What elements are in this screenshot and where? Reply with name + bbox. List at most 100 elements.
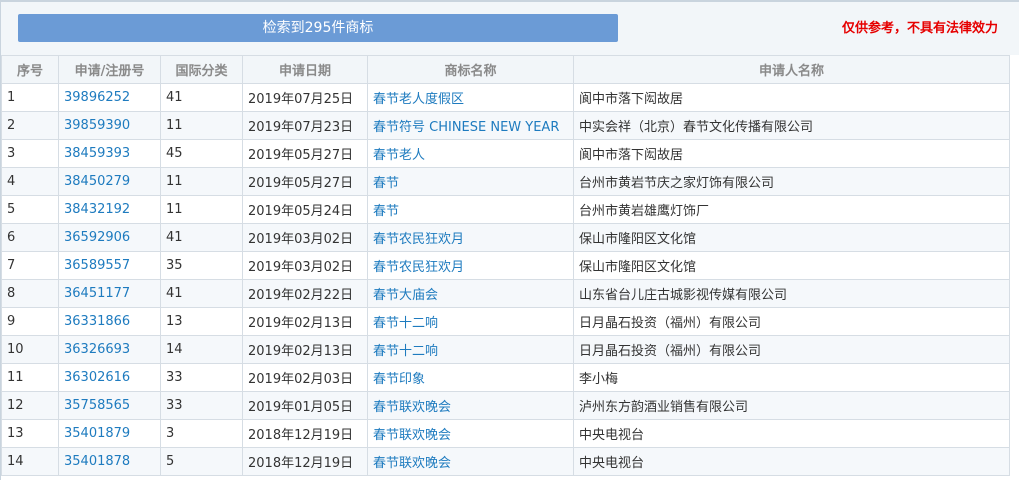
cell-reg-number-link[interactable]: 38432192: [64, 202, 130, 217]
table-cell: 2018年12月19日: [242, 419, 368, 448]
cell-reg-number-link[interactable]: 35401879: [64, 426, 130, 441]
cell-applicant: 泸州东方韵酒业销售有限公司: [579, 400, 749, 415]
cell-class: 33: [166, 398, 183, 413]
cell-class: 5: [166, 454, 175, 469]
cell-index: 10: [7, 342, 24, 357]
column-header-class: 国际分类: [160, 55, 243, 84]
cell-applicant: 中央电视台: [579, 428, 645, 443]
table-cell: 春节联欢晚会: [367, 447, 574, 476]
table-cell: 春节大庙会: [367, 279, 574, 308]
cell-reg-number-link[interactable]: 39896252: [64, 90, 130, 105]
cell-applicant: 李小梅: [579, 372, 619, 387]
cell-reg-number-link[interactable]: 36592906: [64, 230, 130, 245]
cell-applicant: 阆中市落下闳故居: [579, 148, 684, 163]
table-row: 3 38459393 45 2019年05月27日 春节老人 阆中市落下闳故居: [1, 139, 1010, 168]
results-body: 1 39896252 41 2019年07月25日 春节老人度假区阆中市落下闳故居 2 39…: [1, 83, 1010, 476]
cell-trademark-name-link[interactable]: 春节: [373, 176, 399, 191]
cell-index: 6: [7, 230, 16, 245]
cell-trademark-name-link[interactable]: 春节农民狂欢月: [373, 260, 464, 275]
table-cell: 2019年05月27日: [242, 139, 368, 168]
cell-index: 5: [7, 202, 16, 217]
cell-trademark-name-link[interactable]: 春节印象: [373, 372, 425, 387]
cell-trademark-name-link[interactable]: 春节联欢晚会: [373, 400, 451, 415]
trademark-search-page: 检索到295件商标 仅供参考，不具有法律效力 序号 申请/注册号 国际分类 申请…: [0, 0, 1019, 480]
table-cell: 4: [1, 167, 59, 196]
cell-reg-number-link[interactable]: 36302616: [64, 370, 130, 385]
table-cell: 39896252: [58, 83, 161, 112]
cell-applicant: 中央电视台: [579, 456, 645, 471]
cell-reg-number-link[interactable]: 39859390: [64, 118, 130, 133]
table-cell: 5: [1, 195, 59, 224]
table-header-row: 序号 申请/注册号 国际分类 申请日期 商标名称 申请人名称: [1, 55, 1010, 84]
cell-reg-number-link[interactable]: 36331866: [64, 314, 130, 329]
cell-date: 2019年05月27日: [248, 148, 354, 163]
table-cell: 保山市隆阳区文化馆: [573, 251, 1010, 280]
cell-date: 2019年03月02日: [248, 232, 354, 247]
table-cell: 春节老人: [367, 139, 574, 168]
table-cell: 日月晶石投资（福州）有限公司: [573, 307, 1010, 336]
table-cell: 2019年05月27日: [242, 167, 368, 196]
table-cell: 36326693: [58, 335, 161, 364]
table-cell: 春节联欢晚会: [367, 419, 574, 448]
cell-applicant: 山东省台儿庄古城影视传媒有限公司: [579, 288, 788, 303]
cell-class: 41: [166, 90, 183, 105]
table-row: 10 36326693 14 2019年02月13日 春节十二响 日月晶石投资（福州）有限…: [1, 335, 1010, 364]
cell-trademark-name-link[interactable]: 春节老人度假区: [373, 92, 464, 107]
table-row: 12 35758565 33 2019年01月05日 春节联欢晚会 泸州东方韵酒业销售有限…: [1, 391, 1010, 420]
cell-date: 2019年02月13日: [248, 316, 354, 331]
cell-reg-number-link[interactable]: 36326693: [64, 342, 130, 357]
table-row: 5 38432192 11 2019年05月24日 春节 台州市黄岩雄鹰灯饰厂: [1, 195, 1010, 224]
table-cell: 春节十二响: [367, 335, 574, 364]
table-cell: 春节十二响: [367, 307, 574, 336]
cell-trademark-name-link[interactable]: 春节大庙会: [373, 288, 438, 303]
column-header-trademark-name: 商标名称: [367, 55, 574, 84]
cell-trademark-name-link[interactable]: 春节: [373, 204, 399, 219]
table-row: 13 35401879 3 2018年12月19日 春节联欢晚会 中央电视台: [1, 419, 1010, 448]
cell-trademark-name-link[interactable]: 春节联欢晚会: [373, 456, 451, 471]
cell-applicant: 保山市隆阳区文化馆: [579, 232, 697, 247]
cell-date: 2019年07月25日: [248, 92, 354, 107]
table-cell: 7: [1, 251, 59, 280]
cell-trademark-name-link[interactable]: 春节农民狂欢月: [373, 232, 464, 247]
cell-applicant: 中实会祥（北京）春节文化传播有限公司: [579, 120, 814, 135]
cell-date: 2019年02月03日: [248, 372, 354, 387]
cell-reg-number-link[interactable]: 36451177: [64, 286, 130, 301]
cell-trademark-name-link[interactable]: 春节联欢晚会: [373, 428, 451, 443]
cell-trademark-name-link[interactable]: 春节十二响: [373, 316, 438, 331]
cell-reg-number-link[interactable]: 35758565: [64, 398, 130, 413]
column-header-index: 序号: [1, 55, 59, 84]
cell-trademark-name-link[interactable]: 春节符号 CHINESE NEW YEAR: [373, 120, 559, 135]
table-cell: 35: [160, 251, 243, 280]
table-cell: 台州市黄岩雄鹰灯饰厂: [573, 195, 1010, 224]
cell-date: 2019年03月02日: [248, 260, 354, 275]
cell-reg-number-link[interactable]: 36589557: [64, 258, 130, 273]
cell-trademark-name-link[interactable]: 春节老人: [373, 148, 425, 163]
table-cell: 春节: [367, 167, 574, 196]
table-cell: 中央电视台: [573, 419, 1010, 448]
results-toolbar: 检索到295件商标 仅供参考，不具有法律效力: [1, 0, 1019, 55]
table-cell: 41: [160, 83, 243, 112]
cell-reg-number-link[interactable]: 35401878: [64, 454, 130, 469]
table-cell: 35401878: [58, 447, 161, 476]
result-count-button[interactable]: 检索到295件商标: [18, 14, 618, 42]
cell-class: 11: [166, 202, 183, 217]
table-row: 8 36451177 41 2019年02月22日 春节大庙会 山东省台儿庄古城影视传媒有…: [1, 279, 1010, 308]
table-cell: 山东省台儿庄古城影视传媒有限公司: [573, 279, 1010, 308]
table-cell: 38450279: [58, 167, 161, 196]
table-cell: 33: [160, 363, 243, 392]
table-row: 11 36302616 33 2019年02月03日 春节印象 李小梅: [1, 363, 1010, 392]
table-row: 6 36592906 41 2019年03月02日 春节农民狂欢月 保山市隆阳区文化馆: [1, 223, 1010, 252]
cell-reg-number-link[interactable]: 38450279: [64, 174, 130, 189]
cell-reg-number-link[interactable]: 38459393: [64, 146, 130, 161]
table-cell: 5: [160, 447, 243, 476]
cell-class: 14: [166, 342, 183, 357]
table-row: 2 39859390 11 2019年07月23日 春节符号 CHINESE NEW Y…: [1, 111, 1010, 140]
cell-class: 41: [166, 286, 183, 301]
cell-index: 1: [7, 90, 16, 105]
cell-class: 35: [166, 258, 183, 273]
table-row: 9 36331866 13 2019年02月13日 春节十二响 日月晶石投资（福州）有限公…: [1, 307, 1010, 336]
table-cell: 38459393: [58, 139, 161, 168]
cell-trademark-name-link[interactable]: 春节十二响: [373, 344, 438, 359]
table-cell: 11: [160, 195, 243, 224]
table-cell: 6: [1, 223, 59, 252]
